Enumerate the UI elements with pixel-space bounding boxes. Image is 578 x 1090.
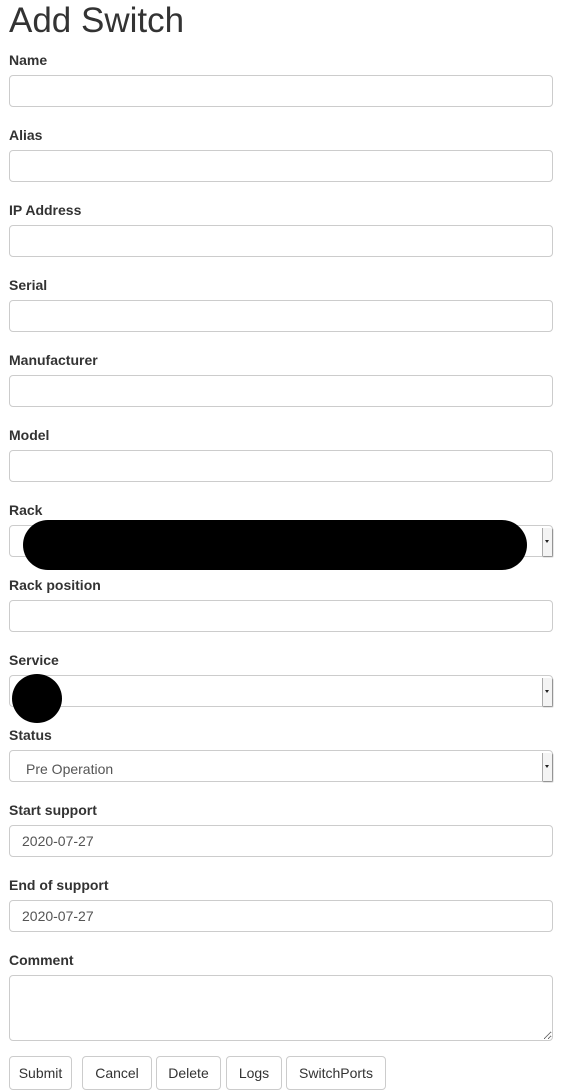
switchports-button[interactable]: SwitchPorts	[286, 1056, 386, 1090]
manufacturer-input[interactable]	[9, 375, 553, 407]
end-of-support-input[interactable]	[9, 900, 553, 932]
serial-input[interactable]	[9, 300, 553, 332]
rack-position-input[interactable]	[9, 600, 553, 632]
end-of-support-label: End of support	[9, 877, 109, 893]
comment-textarea[interactable]	[9, 975, 553, 1041]
status-label: Status	[9, 727, 52, 743]
submit-button[interactable]: Submit	[9, 1056, 72, 1090]
alias-input[interactable]	[9, 150, 553, 182]
ip-address-label: IP Address	[9, 202, 82, 218]
status-select[interactable]: Pre Operation	[9, 750, 553, 782]
start-support-label: Start support	[9, 802, 97, 818]
cancel-button[interactable]: Cancel	[82, 1056, 152, 1090]
redaction	[12, 674, 62, 723]
service-label: Service	[9, 652, 59, 668]
name-input[interactable]	[9, 75, 553, 107]
logs-button[interactable]: Logs	[226, 1056, 282, 1090]
status-value: Pre Operation	[26, 761, 114, 777]
service-select[interactable]	[9, 675, 553, 707]
ip-address-input[interactable]	[9, 225, 553, 257]
start-support-input[interactable]	[9, 825, 553, 857]
rack-label: Rack	[9, 502, 43, 518]
comment-label: Comment	[9, 952, 74, 968]
model-label: Model	[9, 427, 50, 443]
rack-position-label: Rack position	[9, 577, 101, 593]
manufacturer-label: Manufacturer	[9, 352, 98, 368]
chevron-down-icon[interactable]	[542, 528, 552, 556]
model-input[interactable]	[9, 450, 553, 482]
redaction	[23, 520, 527, 570]
alias-label: Alias	[9, 127, 43, 143]
delete-button[interactable]: Delete	[156, 1056, 221, 1090]
chevron-down-icon[interactable]	[542, 753, 552, 781]
name-label: Name	[9, 52, 48, 68]
serial-label: Serial	[9, 277, 48, 293]
chevron-down-icon[interactable]	[542, 678, 552, 706]
page-title: Add Switch	[9, 1, 185, 40]
